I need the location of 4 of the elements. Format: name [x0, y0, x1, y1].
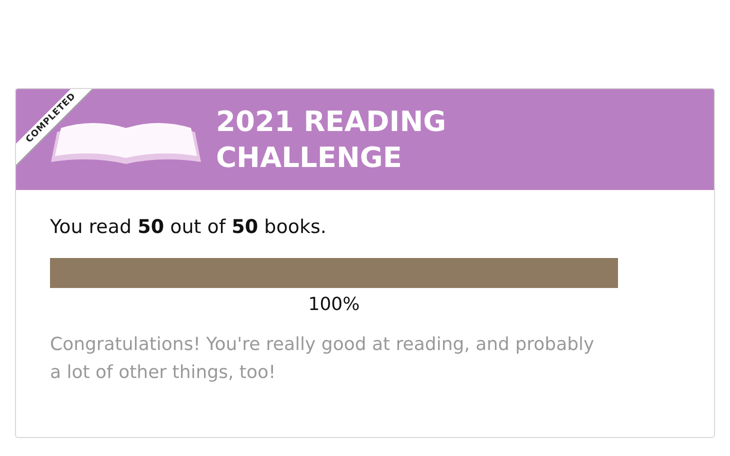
congratulations-message: Congratulations! You're really good at reading, and probably a lot of other things, too! [50, 333, 596, 385]
progress-percentage: 100% [308, 294, 360, 315]
books-read-summary: You read 50 out of 50 books. [50, 216, 328, 238]
challenge-title: 2021 READING CHALLENGE [216, 104, 448, 176]
